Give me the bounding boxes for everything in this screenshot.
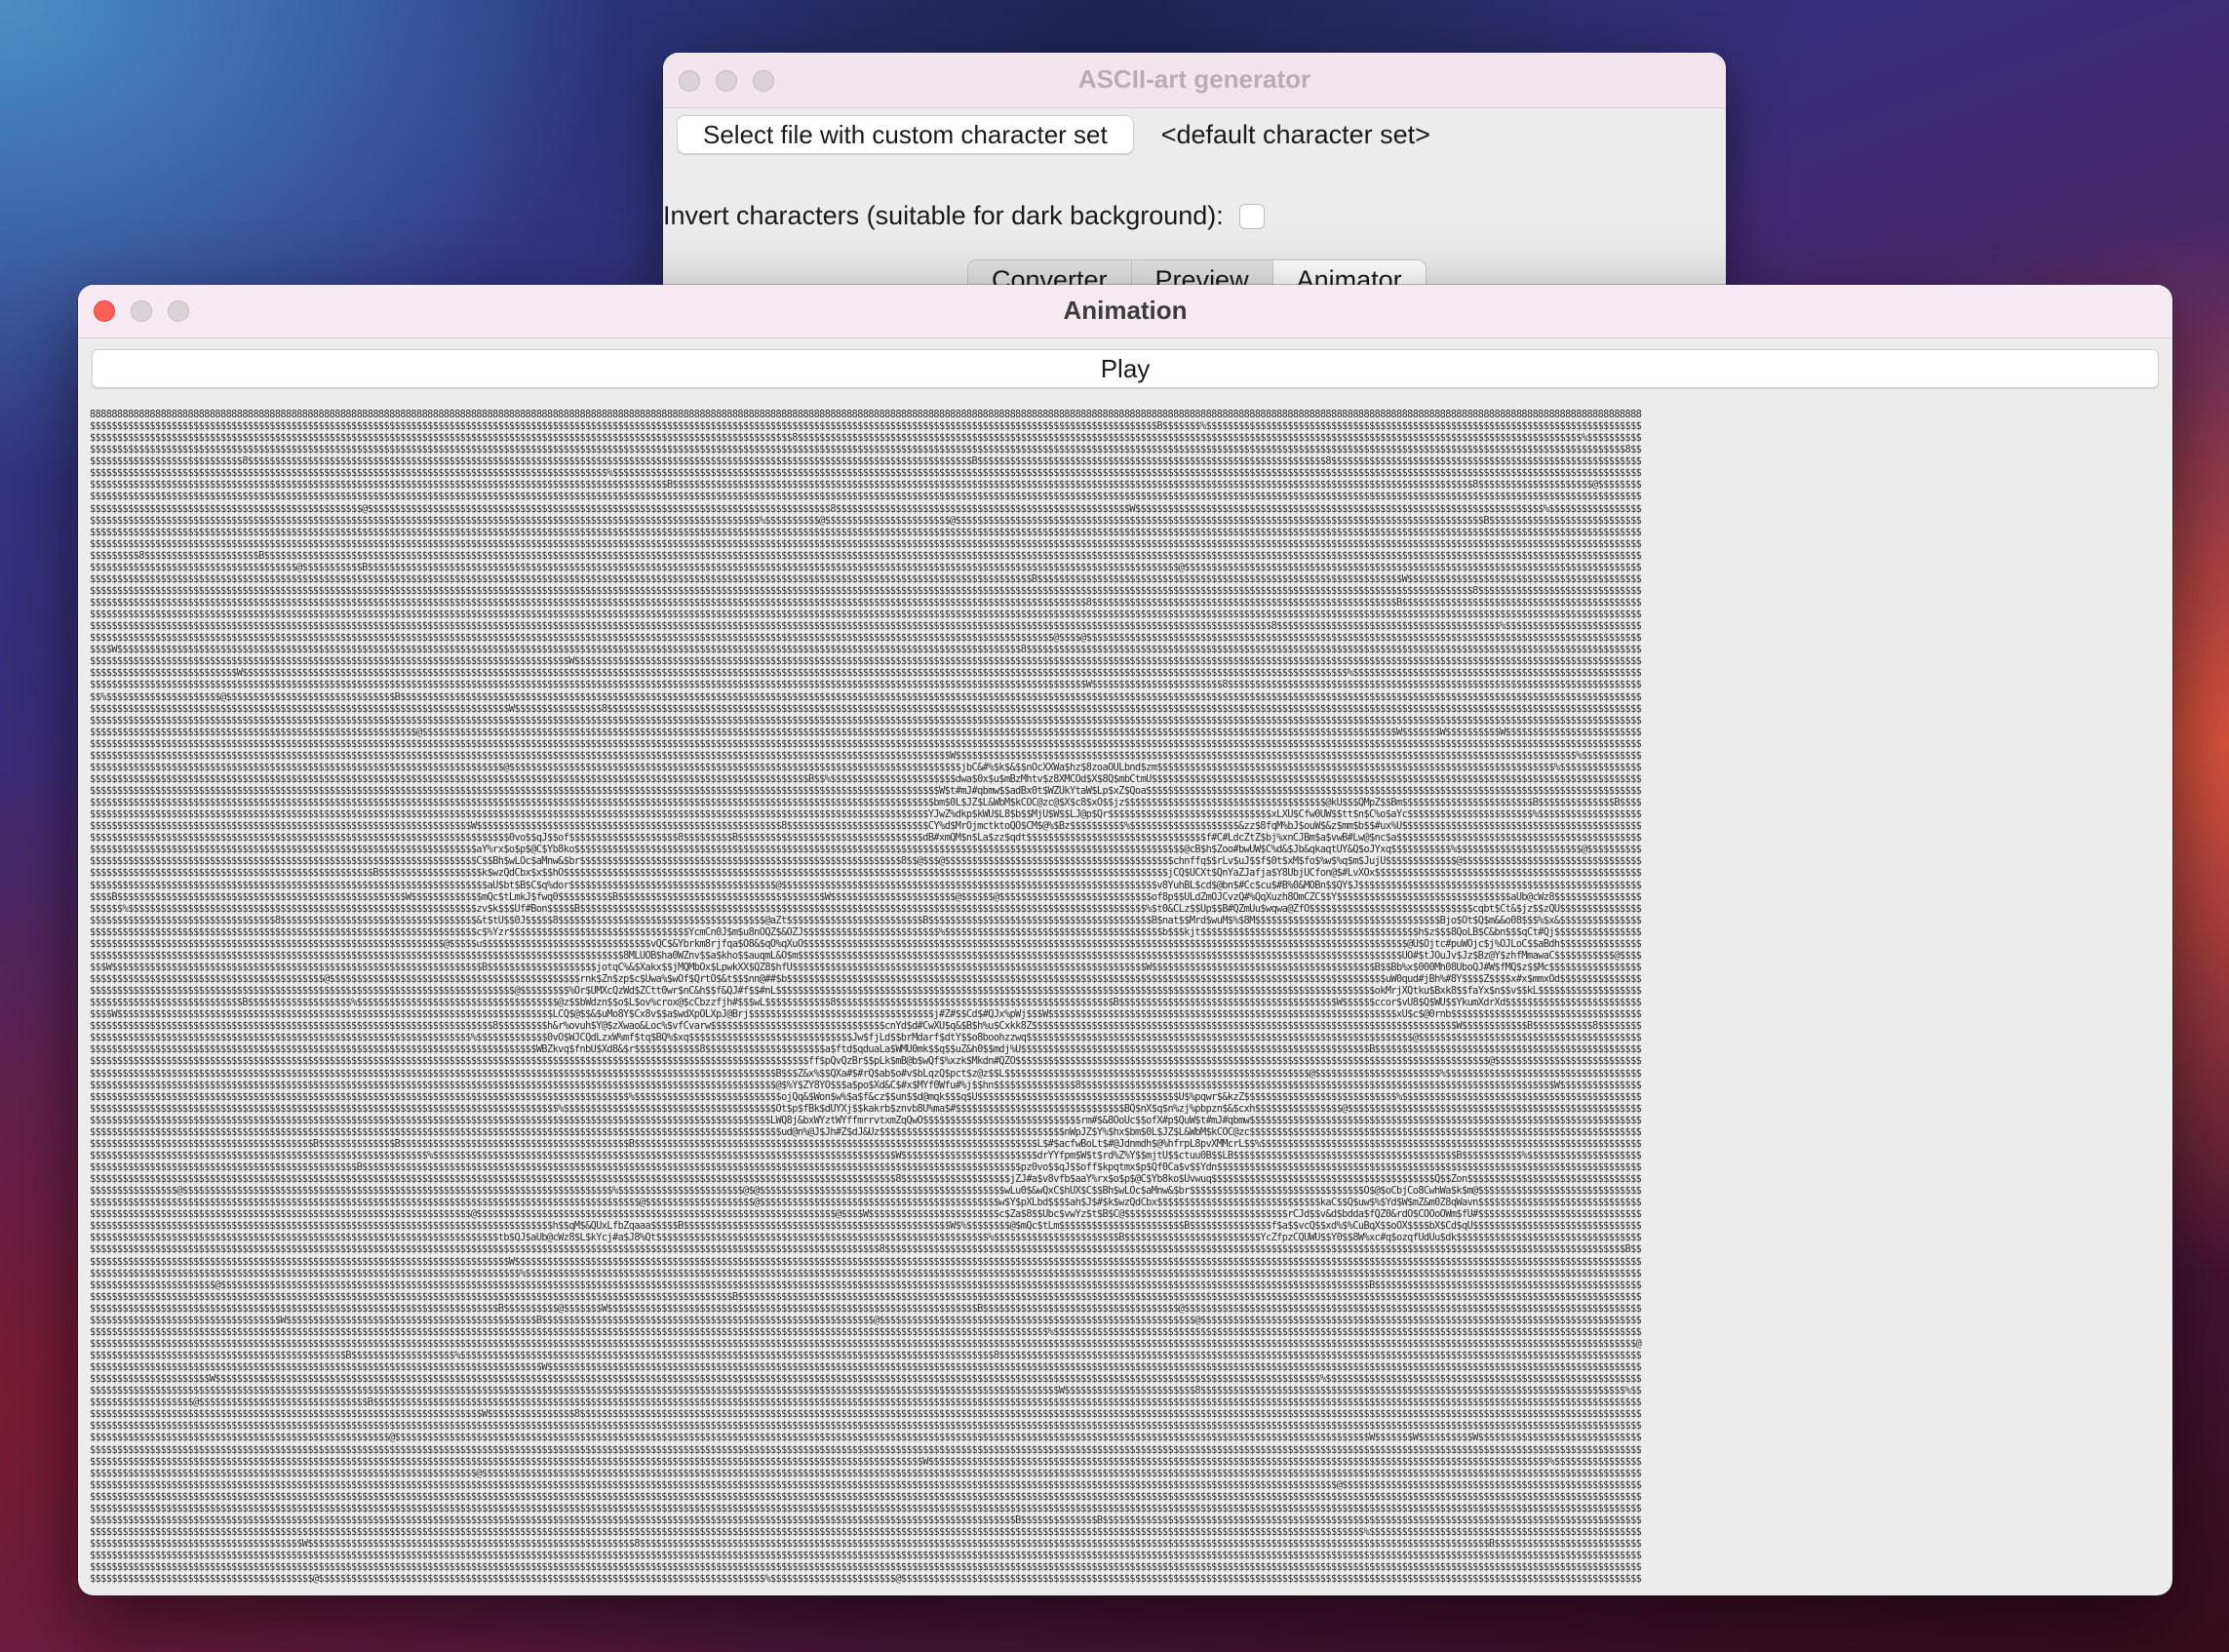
ascii-art-text: 8888888888888888888888888888888888888888… xyxy=(90,410,1642,1586)
character-set-row: Select file with custom character set <d… xyxy=(677,115,1430,154)
window-title: ASCII-art generator xyxy=(1077,64,1311,94)
select-file-button[interactable]: Select file with custom character set xyxy=(677,115,1134,154)
charset-label: <default character set> xyxy=(1160,119,1430,149)
animation-window: Animation Play 8888888888888888888888888… xyxy=(78,285,2172,1595)
animation-titlebar: Animation xyxy=(78,285,2172,338)
invert-row: Invert characters (suitable for dark bac… xyxy=(663,201,1265,231)
ascii-art-generator-window: ASCII-art generator Select file with cus… xyxy=(663,53,1726,306)
invert-checkbox[interactable] xyxy=(1238,203,1265,229)
ascii-animation-frame: 8888888888888888888888888888888888888888… xyxy=(90,410,2161,1586)
window-title: Animation xyxy=(1063,295,1188,325)
invert-label: Invert characters (suitable for dark bac… xyxy=(663,201,1224,230)
generator-titlebar: ASCII-art generator xyxy=(663,53,1726,108)
play-button[interactable]: Play xyxy=(92,349,2159,388)
